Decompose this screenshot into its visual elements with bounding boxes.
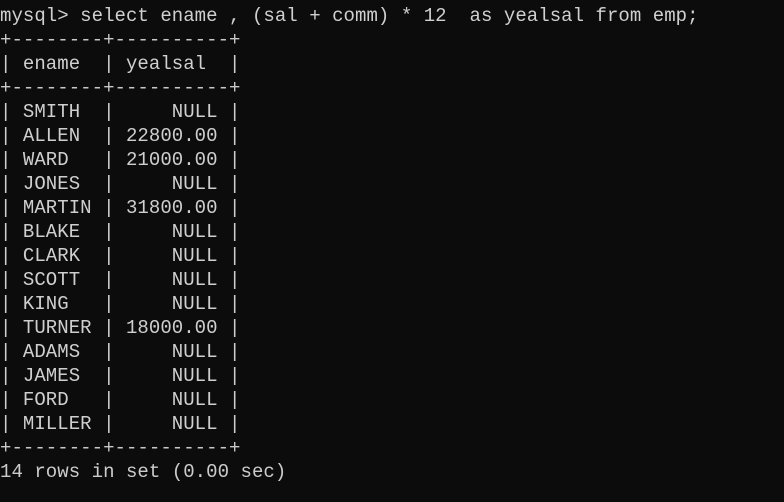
table-row: | WARD | 21000.00 |: [0, 149, 241, 171]
table-separator-top: +--------+----------+: [0, 29, 241, 51]
table-row: | CLARK | NULL |: [0, 245, 241, 267]
table-row: | BLAKE | NULL |: [0, 221, 241, 243]
table-row: | JONES | NULL |: [0, 173, 241, 195]
table-row: | FORD | NULL |: [0, 389, 241, 411]
mysql-prompt-line: mysql> select ename , (sal + comm) * 12 …: [0, 5, 699, 27]
table-row: | SMITH | NULL |: [0, 101, 241, 123]
table-row: | TURNER | 18000.00 |: [0, 317, 241, 339]
table-separator-bottom: +--------+----------+: [0, 437, 241, 459]
table-row: | KING | NULL |: [0, 293, 241, 315]
table-body: | SMITH | NULL | | ALLEN | 22800.00 | | WA…: [0, 100, 784, 436]
table-row: | SCOTT | NULL |: [0, 269, 241, 291]
terminal-window[interactable]: mysql> select ename , (sal + comm) * 12 …: [0, 0, 784, 502]
table-row: | ALLEN | 22800.00 |: [0, 125, 241, 147]
table-row: | MILLER | NULL |: [0, 413, 241, 435]
table-row: | MARTIN | 31800.00 |: [0, 197, 241, 219]
table-row: | JAMES | NULL |: [0, 365, 241, 387]
table-header-row: | ename | yealsal |: [0, 53, 241, 75]
table-row: | ADAMS | NULL |: [0, 341, 241, 363]
table-separator-middle: +--------+----------+: [0, 77, 241, 99]
result-status-line: 14 rows in set (0.00 sec): [0, 461, 287, 483]
